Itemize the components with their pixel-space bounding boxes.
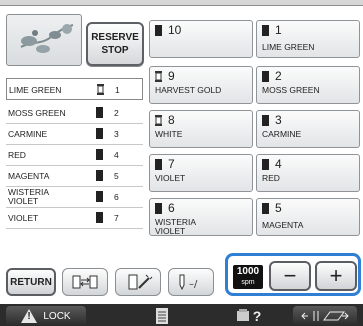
thread-row[interactable]: VIOLET 7 [6,207,143,229]
spool-icon [96,191,103,202]
speed-display: 1000 spm [233,265,263,289]
warning-icon [21,309,38,323]
thread-row[interactable]: MAGENTA 5 [6,165,143,187]
spool-icon [155,159,162,170]
needle-button-9[interactable]: 9 HARVEST GOLD [149,66,253,104]
needle-color-name: VIOLET [155,173,186,183]
thread-number: 7 [114,213,119,223]
help-label: ? [252,308,262,324]
needle-number: 9 [168,69,175,83]
needle-color-name: RED [262,173,280,183]
spool-wand-icon [128,274,153,290]
thread-number: 2 [114,108,119,118]
needle-number: 4 [275,157,282,171]
needle-color-name: HARVEST GOLD [155,85,222,95]
needle-button-1[interactable]: 1 LIME GREEN [256,20,360,58]
needle-button-10[interactable]: 10 [149,20,253,58]
spool-icon [155,25,162,36]
needle-button-7[interactable]: 7 VIOLET [149,154,253,192]
needle-color-name: MOSS GREEN [262,85,320,95]
spool-icon [96,128,103,139]
thread-row[interactable]: CARMINE 3 [6,123,143,145]
spool-icon [155,203,162,214]
lock-button[interactable]: LOCK [6,306,86,326]
spool-icon [96,170,103,181]
needle-number: 8 [168,113,175,127]
document-list-icon[interactable] [150,306,174,326]
speed-decrease-button[interactable]: − [269,261,311,291]
needle-position-button[interactable] [293,306,357,326]
speed-value: 1000 [236,266,260,277]
needle-color-name: WISTERIA VIOLET [155,217,197,236]
speed-unit: spm [241,279,255,286]
thread-color-edit-button[interactable] [115,268,161,296]
needle-number: 5 [275,201,282,215]
thread-name: WISTERIA VIOLET [8,187,50,206]
return-button[interactable]: RETURN [6,268,56,296]
needle-number: 1 [275,23,282,37]
spool-icon [262,159,269,170]
help-button[interactable]: ? [225,306,271,326]
thread-number: 4 [114,150,119,160]
thread-name: CARMINE [8,128,48,139]
thread-name: LIME GREEN [9,84,62,95]
thread-row[interactable]: MOSS GREEN 2 [6,102,143,124]
svg-text:–/: –/ [189,279,198,290]
needle-number: 3 [275,113,282,127]
spool-icon [262,71,269,82]
needle-position-icon [301,311,349,321]
spool-icon [96,212,103,223]
needle-button-6[interactable]: 6 WISTERIA VIOLET [149,198,253,236]
thread-name: RED [8,149,26,160]
spool-icon [262,115,269,126]
lock-label: LOCK [43,310,71,322]
needle-button-8[interactable]: 8 WHITE [149,110,253,148]
spool-icon [262,203,269,214]
needle-button-5[interactable]: 5 MAGENTA [256,198,360,236]
spool-icon [155,115,162,126]
spool-icon [262,25,269,36]
needle-color-name: LIME GREEN [262,42,315,52]
spool-icon [155,71,162,82]
needle-icon: –/ [179,274,198,291]
thread-row[interactable]: LIME GREEN 1 [6,78,143,100]
thread-number: 1 [115,85,120,95]
needle-button-2[interactable]: 2 MOSS GREEN [256,66,360,104]
speed-control-group: 1000 spm − + [225,253,361,296]
needle-color-name: WHITE [155,129,183,139]
thread-name: MAGENTA [8,170,50,181]
speed-increase-button[interactable]: + [315,261,357,291]
needle-number: 7 [168,157,175,171]
spool-icon [97,84,104,95]
needle-button-4[interactable]: 4 RED [256,154,360,192]
pattern-preview [6,14,82,66]
needle-number: 6 [168,201,175,215]
needle-color-name: CARMINE [262,129,302,139]
machine-icon [236,309,249,321]
thread-number: 3 [114,129,119,139]
thread-row[interactable]: RED 4 [6,144,143,166]
needle-number: 2 [275,69,282,83]
needle-number: 10 [168,23,182,37]
thread-number: 6 [114,192,119,202]
spool-icon [96,149,103,160]
embroidery-pattern-icon [20,24,74,53]
thread-number: 5 [114,171,119,181]
top-border [0,0,363,6]
thread-name: MOSS GREEN [8,107,66,118]
swap-thread-button[interactable] [62,268,108,296]
swap-spools-icon [72,275,98,289]
needle-color-name: MAGENTA [262,220,304,230]
thread-row[interactable]: WISTERIA VIOLET 6 [6,186,143,208]
thread-name: VIOLET [8,212,39,223]
spool-icon [96,107,103,118]
reserve-stop-button[interactable]: RESERVE STOP [86,22,144,66]
needle-button-3[interactable]: 3 CARMINE [256,110,360,148]
needle-bar-button[interactable]: –/ [168,268,214,296]
